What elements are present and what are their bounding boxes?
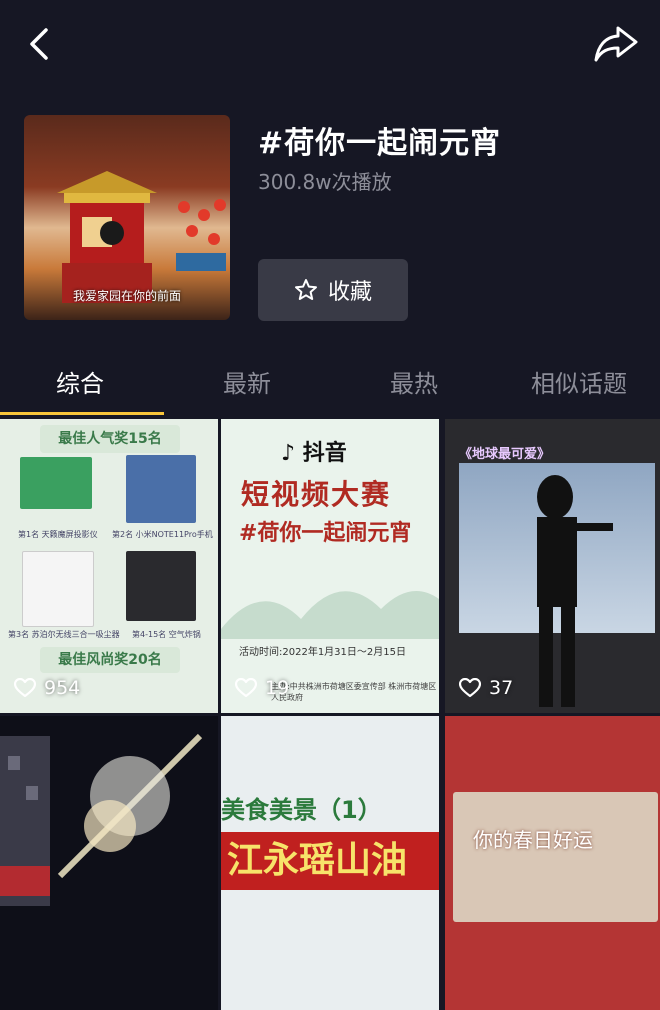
brand-name: 抖音: [302, 441, 347, 466]
vacuum-image: [22, 551, 94, 627]
active-tab-indicator: [0, 412, 164, 415]
heart-outline-icon: [235, 678, 257, 698]
fireworks-image: [0, 733, 203, 906]
contest-title: 短视频大赛: [241, 478, 392, 511]
mountains-graphic: [221, 591, 439, 639]
tab-bar: 综合 最新 最热 相似话题: [0, 350, 660, 416]
tab-comprehensive[interactable]: 综合: [56, 364, 104, 399]
video-title-line: 美食美景（1）: [221, 796, 382, 824]
back-button[interactable]: [20, 24, 60, 64]
projector-image: [20, 457, 92, 509]
like-count-value: 954: [44, 677, 81, 699]
tab-hottest[interactable]: 最热: [390, 364, 438, 399]
topic-title: #荷你一起闹元宵: [258, 126, 502, 161]
video-card[interactable]: [0, 716, 218, 1010]
play-count: 300.8w次播放: [258, 170, 392, 194]
heart-outline-icon: [459, 678, 481, 698]
video-card[interactable]: 你的春日好运: [445, 716, 660, 1010]
like-count: 37: [459, 677, 513, 699]
lanterns-graphic: [176, 199, 226, 271]
video-card[interactable]: 美食美景（1） 江永瑶山油: [221, 716, 439, 1010]
star-outline-icon: [294, 279, 317, 300]
prize-banner: 最佳风尚奖20名: [40, 647, 180, 673]
chevron-left-icon: [30, 28, 48, 60]
tab-similar-topics[interactable]: 相似话题: [531, 364, 627, 399]
heart-outline-icon: [14, 678, 36, 698]
like-count-value: 37: [489, 677, 514, 699]
video-card[interactable]: ♪ 抖音 短视频大赛 #荷你一起闹元宵 活动时间:2022年1月31日～2月15…: [221, 419, 439, 713]
like-count: 19: [235, 677, 289, 699]
favorite-button[interactable]: 收藏: [258, 259, 408, 321]
video-card[interactable]: 《地球最可爱》 37: [445, 419, 660, 713]
topic-header: 我爱家园在你的前面 #荷你一起闹元宵 300.8w次播放 收藏: [0, 100, 660, 340]
video-grid: 最佳人气奖15名 第1名 天籁魔屏投影仪 第2名 小米NOTE11Pro手机 第…: [0, 419, 660, 1010]
pavilion-graphic: [57, 171, 157, 303]
prize-item-label: 第4-15名 空气炸锅: [132, 630, 201, 639]
like-count: 954: [14, 677, 80, 699]
dancer-silhouette: [537, 475, 613, 707]
tiktok-note-icon: ♪: [281, 441, 296, 466]
favorite-label: 收藏: [327, 280, 372, 305]
gift-box-image: [453, 792, 658, 922]
prize-item-label: 第1名 天籁魔屏投影仪: [18, 530, 98, 539]
video-card[interactable]: 最佳人气奖15名 第1名 天籁魔屏投影仪 第2名 小米NOTE11Pro手机 第…: [0, 419, 218, 713]
prize-item-label: 第2名 小米NOTE11Pro手机: [112, 530, 213, 539]
contest-topic: #荷你一起闹元宵: [239, 521, 412, 546]
prize-item-label: 第3名 苏泊尔无线三合一吸尘器: [8, 630, 120, 639]
topic-cover-image[interactable]: 我爱家园在你的前面: [24, 115, 230, 320]
contest-organizer: 主办:中共株洲市荷塘区委宣传部 株洲市荷塘区人民政府: [271, 682, 437, 702]
phone-image: [126, 455, 196, 523]
share-button[interactable]: [592, 22, 640, 66]
share-arrow-icon: [594, 26, 638, 62]
douyin-brand: ♪ 抖音: [281, 435, 347, 467]
contest-dates: 活动时间:2022年1月31日～2月15日: [239, 647, 406, 658]
tab-latest[interactable]: 最新: [223, 364, 271, 399]
top-bar: [0, 0, 660, 90]
video-caption: 你的春日好运: [473, 828, 593, 852]
air-fryer-image: [126, 551, 196, 621]
video-title-banner: 江永瑶山油: [221, 832, 439, 890]
video-caption: 《地球最可爱》: [459, 447, 551, 462]
prize-banner: 最佳人气奖15名: [40, 425, 180, 453]
like-count-value: 19: [265, 677, 290, 699]
cover-caption: 我爱家园在你的前面: [72, 289, 181, 303]
